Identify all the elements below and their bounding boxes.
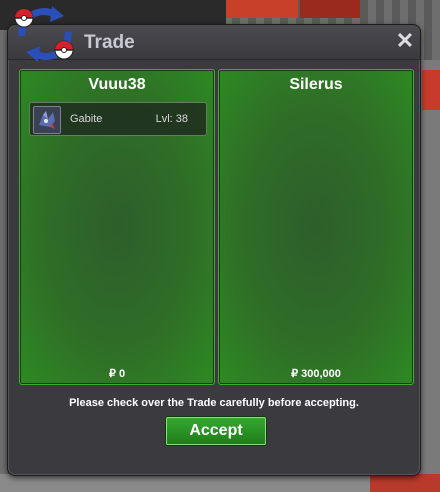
trade-window: Trade ✕ Vuuu38 Gabite Lvl: 38 ₽ 0 Sileru… — [7, 24, 421, 476]
item-level: Lvl: 38 — [155, 113, 188, 125]
background-tile — [418, 60, 440, 492]
item-name: Gabite — [70, 113, 103, 125]
left-trade-panel: Vuuu38 Gabite Lvl: 38 ₽ 0 — [19, 69, 215, 385]
background-tile — [226, 0, 298, 18]
right-trader-name: Silerus — [289, 76, 343, 93]
accept-button[interactable]: Accept — [166, 417, 266, 445]
trade-logo-icon — [8, 2, 80, 64]
background-tile — [370, 474, 440, 492]
close-icon[interactable]: ✕ — [394, 30, 416, 52]
trade-notice: Please check over the Trade carefully be… — [69, 397, 359, 409]
left-money: ₽ 0 — [108, 368, 126, 380]
left-trader-name: Vuuu38 — [88, 76, 146, 93]
window-title: Trade — [84, 32, 135, 53]
background-tile — [300, 0, 360, 18]
trade-item[interactable]: Gabite Lvl: 38 — [29, 102, 207, 136]
right-trade-panel: Silerus ₽ 300,000 — [218, 69, 414, 385]
right-money: ₽ 300,000 — [291, 368, 341, 380]
pokemon-sprite-icon — [33, 106, 61, 134]
background-tile — [422, 70, 440, 110]
